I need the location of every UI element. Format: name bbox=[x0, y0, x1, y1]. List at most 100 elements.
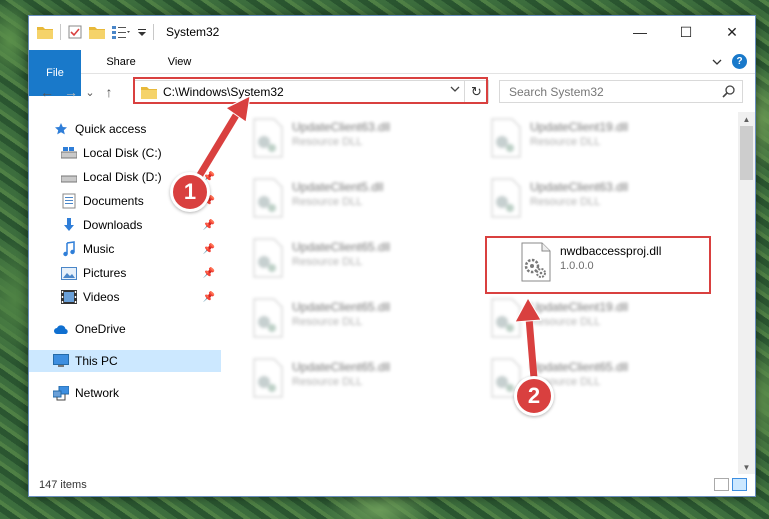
file-name: UpdateClient65.dll bbox=[292, 240, 391, 254]
help-button[interactable]: ? bbox=[732, 54, 747, 69]
vertical-scrollbar[interactable]: ▲ ▼ bbox=[738, 112, 755, 474]
file-meta: UpdateClient19.dll Resource DLL bbox=[530, 118, 628, 164]
sidebar-item-pictures[interactable]: Pictures 📌 bbox=[29, 262, 221, 284]
sidebar-item-this-pc[interactable]: This PC bbox=[29, 350, 221, 372]
file-item[interactable]: UpdateClient65.dll Resource DLL bbox=[252, 358, 472, 404]
properties-icon[interactable] bbox=[68, 25, 82, 39]
file-name: UpdateClient65.dll bbox=[292, 300, 391, 314]
step-badge-1: 1 bbox=[170, 172, 210, 212]
window-controls: — ☐ ✕ bbox=[617, 16, 755, 48]
sidebar-item-network[interactable]: Network bbox=[29, 382, 221, 404]
sidebar-item-label: Videos bbox=[83, 290, 120, 304]
sidebar-item-label: OneDrive bbox=[75, 322, 126, 336]
scroll-down-arrow-icon[interactable]: ▼ bbox=[738, 460, 755, 474]
file-meta: UpdateClient65.dll Resource DLL bbox=[292, 238, 390, 284]
file-description: Resource DLL bbox=[292, 136, 363, 148]
file-meta: UpdateClient65.dll Resource DLL bbox=[292, 358, 390, 404]
sidebar-item-music[interactable]: Music 📌 bbox=[29, 238, 221, 260]
file-description: Resource DLL bbox=[292, 316, 363, 328]
window-title: System32 bbox=[166, 25, 220, 39]
customize-view-icon[interactable] bbox=[112, 25, 130, 39]
sidebar-item-label: Network bbox=[75, 386, 120, 400]
ribbon-tabs: File Home Share View ? bbox=[29, 50, 755, 96]
dll-file-icon bbox=[253, 118, 283, 158]
sidebar-item-quick-access[interactable]: Quick access bbox=[29, 118, 221, 140]
sidebar-item-label: Local Disk (D:) bbox=[83, 170, 162, 184]
file-item[interactable]: UpdateClient65.dll Resource DLL bbox=[252, 238, 472, 284]
dll-file-icon bbox=[491, 118, 521, 158]
file-description: Resource DLL bbox=[292, 376, 363, 388]
file-meta: UpdateClient65.dll Resource DLL bbox=[292, 298, 390, 344]
search-input[interactable]: Search System32 bbox=[509, 85, 604, 99]
pin-icon[interactable]: 📌 bbox=[203, 268, 215, 279]
search-box[interactable]: Search System32 bbox=[499, 80, 743, 103]
sidebar-item-label: Music bbox=[83, 242, 115, 256]
back-button[interactable]: ← bbox=[35, 84, 59, 100]
file-description: Resource DLL bbox=[530, 316, 601, 328]
music-icon bbox=[61, 241, 77, 257]
file-description: Resource DLL bbox=[530, 136, 601, 148]
file-item[interactable]: UpdateClient19.dll Resource DLL bbox=[490, 118, 710, 164]
file-item[interactable]: UpdateClient63.dll Resource DLL bbox=[252, 118, 472, 164]
file-item[interactable]: UpdateClient63.dll Resource DLL bbox=[490, 178, 710, 224]
sidebar-item-label: Local Disk (C:) bbox=[83, 146, 162, 160]
recent-locations-button[interactable]: ⌄ bbox=[83, 86, 97, 99]
toolbar-separator bbox=[60, 24, 61, 40]
file-item[interactable]: UpdateClient5.dll Resource DLL bbox=[252, 178, 472, 224]
cloud-icon bbox=[53, 321, 69, 337]
minimize-button[interactable]: — bbox=[617, 16, 663, 48]
drive-icon bbox=[61, 169, 77, 185]
videos-icon bbox=[61, 289, 77, 305]
dll-file-icon bbox=[491, 178, 521, 218]
status-bar: 147 items bbox=[29, 474, 755, 496]
file-meta: UpdateClient5.dll Resource DLL bbox=[292, 178, 383, 224]
title-bar: System32 — ☐ ✕ bbox=[29, 16, 755, 48]
sidebar-item-local-disk-c[interactable]: Local Disk (C:) bbox=[29, 142, 221, 164]
sidebar-item-onedrive[interactable]: OneDrive bbox=[29, 318, 221, 340]
quick-access-toolbar bbox=[29, 24, 147, 40]
file-name: UpdateClient5.dll bbox=[292, 180, 384, 194]
address-highlight-box bbox=[133, 77, 488, 104]
details-view-icon[interactable] bbox=[714, 478, 729, 491]
drive-icon bbox=[61, 145, 77, 161]
folder-icon bbox=[37, 27, 53, 39]
file-meta: UpdateClient63.dll Resource DLL bbox=[292, 118, 390, 164]
new-folder-icon[interactable] bbox=[89, 25, 105, 39]
toolbar-dropdown-icon[interactable] bbox=[137, 27, 147, 37]
pin-icon[interactable]: 📌 bbox=[203, 220, 215, 231]
dll-file-icon bbox=[253, 358, 283, 398]
ribbon-right: ? bbox=[712, 50, 755, 73]
file-name: UpdateClient65.dll bbox=[292, 360, 391, 374]
file-name: UpdateClient19.dll bbox=[530, 120, 629, 134]
scroll-up-arrow-icon[interactable]: ▲ bbox=[738, 112, 755, 126]
network-icon bbox=[53, 385, 69, 401]
sidebar-item-videos[interactable]: Videos 📌 bbox=[29, 286, 221, 308]
file-description: Resource DLL bbox=[292, 256, 363, 268]
file-description: Resource DLL bbox=[530, 196, 601, 208]
file-item[interactable]: UpdateClient19.dll Resource DLL bbox=[490, 298, 710, 344]
up-button[interactable]: ↑ bbox=[97, 84, 121, 100]
view-toggle bbox=[714, 478, 747, 491]
tab-view[interactable]: View bbox=[152, 50, 208, 73]
scrollbar-thumb[interactable] bbox=[740, 126, 753, 180]
download-icon bbox=[61, 217, 77, 233]
file-description: Resource DLL bbox=[292, 196, 363, 208]
file-item[interactable]: UpdateClient65.dll Resource DLL bbox=[252, 298, 472, 344]
large-icons-view-icon[interactable] bbox=[732, 478, 747, 491]
dll-file-icon bbox=[253, 298, 283, 338]
sidebar-item-label: This PC bbox=[75, 354, 118, 368]
close-button[interactable]: ✕ bbox=[709, 16, 755, 48]
chevron-down-icon[interactable] bbox=[712, 58, 722, 66]
tab-share[interactable]: Share bbox=[90, 50, 151, 73]
file-meta: UpdateClient19.dll Resource DLL bbox=[530, 298, 628, 344]
sidebar-item-label: Documents bbox=[83, 194, 144, 208]
navigation-pane: Quick access Local Disk (C:) Local Disk … bbox=[29, 116, 221, 466]
sidebar-item-downloads[interactable]: Downloads 📌 bbox=[29, 214, 221, 236]
file-meta: UpdateClient63.dll Resource DLL bbox=[530, 178, 628, 224]
pin-icon[interactable]: 📌 bbox=[203, 292, 215, 303]
sidebar-item-label: Downloads bbox=[83, 218, 143, 232]
search-icon[interactable] bbox=[722, 84, 736, 98]
pin-icon[interactable]: 📌 bbox=[203, 244, 215, 255]
forward-button[interactable]: → bbox=[59, 84, 83, 100]
maximize-button[interactable]: ☐ bbox=[663, 16, 709, 48]
